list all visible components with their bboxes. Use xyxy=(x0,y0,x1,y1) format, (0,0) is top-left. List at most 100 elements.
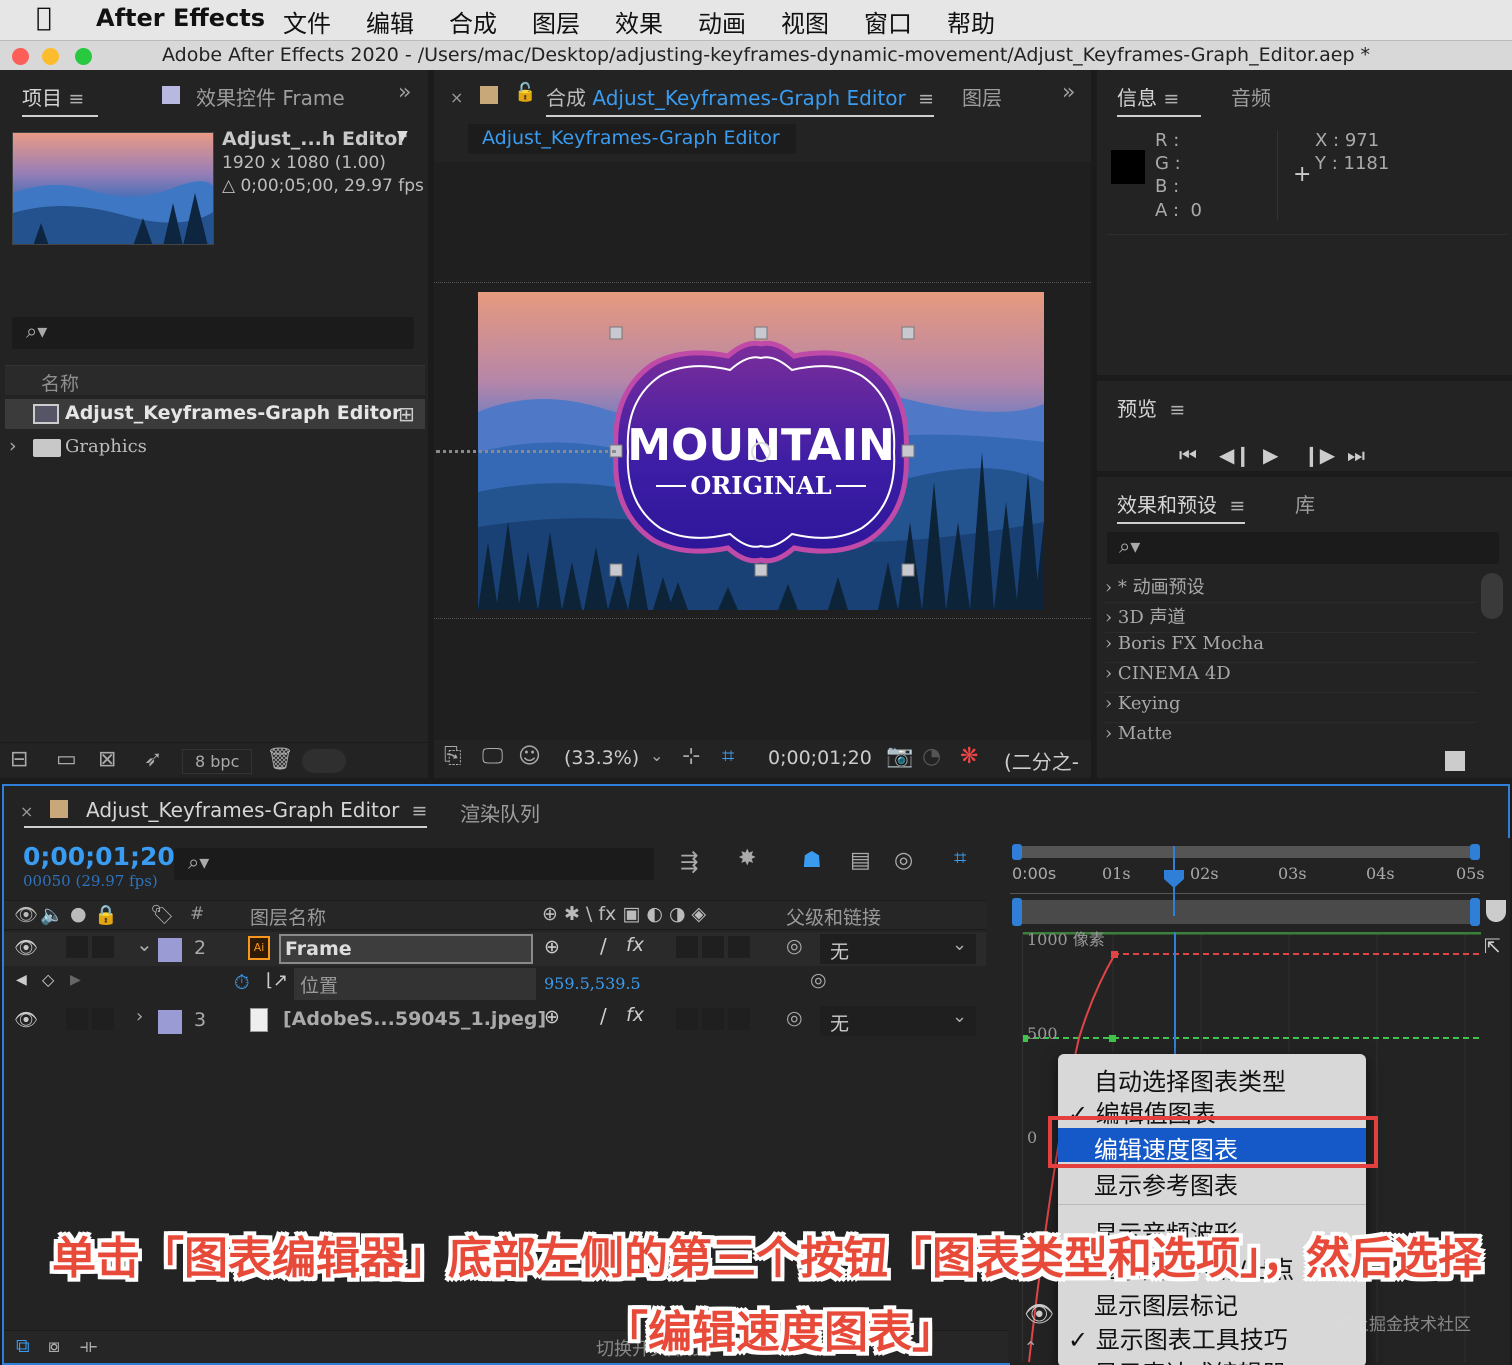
switch-box[interactable] xyxy=(702,936,724,958)
switch-shy-icon[interactable]: ⊕ xyxy=(544,936,560,958)
navigator-start[interactable] xyxy=(1012,898,1022,926)
graph-bottom-chevron-icon[interactable]: ⌃ xyxy=(1024,1338,1037,1357)
expression-pick-whip-icon[interactable]: ◎ xyxy=(810,969,827,991)
switch-box[interactable] xyxy=(676,936,698,958)
zoom-window-button[interactable] xyxy=(75,48,92,65)
current-time-field[interactable]: 0;00;01;20 xyxy=(768,747,872,769)
layer-expand-icon[interactable]: ⌄ xyxy=(136,932,153,956)
project-item-folder[interactable]: › Graphics xyxy=(5,433,425,463)
panel-shield-icon[interactable] xyxy=(1486,900,1506,922)
effects-item[interactable]: › Keying xyxy=(1105,693,1477,723)
motion-path[interactable] xyxy=(436,450,616,453)
bit-depth-button[interactable]: 8 bpc xyxy=(182,749,253,774)
layer-row-frame[interactable]: 👁 ⌄ 2 Ai Frame ⊕ / fx ◎ 无 ⌄ xyxy=(4,932,986,966)
resolution-dropdown[interactable]: (二分之- xyxy=(1004,746,1079,775)
panel-menu-icon[interactable]: ≡ xyxy=(399,800,427,822)
comp-mini-flowchart-icon[interactable]: ⇶ xyxy=(680,850,698,875)
in-out-toggle-icon[interactable]: ⟛ xyxy=(80,1335,97,1357)
layer-solo-box[interactable] xyxy=(66,936,88,958)
timeline-search-field[interactable]: ⌕▾ xyxy=(174,848,654,880)
new-preset-icon[interactable] xyxy=(1445,751,1465,771)
previous-keyframe-icon[interactable]: ◀ xyxy=(16,972,27,988)
switch-fx-icon[interactable]: fx xyxy=(626,1004,644,1026)
layer-name-header[interactable]: 图层名称 xyxy=(250,903,326,930)
layer-expand-icon[interactable]: › xyxy=(136,1006,143,1027)
parent-dropdown[interactable]: 无 ⌄ xyxy=(820,934,976,964)
position-value[interactable]: 959.5,539.5 xyxy=(544,974,641,993)
channel-icon[interactable]: ❋ xyxy=(960,744,978,769)
tab-composition[interactable]: 合成 Adjust_Keyframes-Graph Editor ≡ xyxy=(546,82,935,117)
layer-lock-box[interactable] xyxy=(92,936,114,958)
render-icon[interactable]: ➶ xyxy=(144,747,162,772)
visibility-icon[interactable]: 👁 xyxy=(14,1008,38,1031)
close-window-button[interactable] xyxy=(12,48,29,65)
switch-box[interactable] xyxy=(728,1008,750,1030)
switch-box[interactable] xyxy=(702,1008,724,1030)
first-frame-icon[interactable]: ⏮ xyxy=(1179,443,1197,467)
effects-item[interactable]: › * 动画预设 xyxy=(1105,573,1477,603)
tab-render-queue[interactable]: 渲染队列 xyxy=(460,798,540,827)
effects-item[interactable]: › Matte xyxy=(1105,723,1477,753)
pick-whip-icon[interactable]: ◎ xyxy=(786,935,803,957)
menu-layer[interactable]: 图层 xyxy=(532,4,580,39)
viewer-area[interactable]: MOUNTAIN ORIGINAL xyxy=(434,162,1091,740)
switch-shy-icon[interactable]: ⊕ xyxy=(544,1006,560,1028)
column-name-header[interactable]: 名称 xyxy=(41,369,79,396)
work-area-end[interactable] xyxy=(1470,844,1480,860)
effects-scrollbar[interactable] xyxy=(1481,573,1503,619)
effects-search-field[interactable]: ⌕▾ xyxy=(1107,532,1499,564)
panel-overflow-icon[interactable]: » xyxy=(398,80,411,105)
parent-dropdown[interactable]: 无 ⌄ xyxy=(820,1006,976,1036)
motion-blur-icon[interactable]: ◎ xyxy=(894,848,913,873)
draft-3d-icon[interactable]: ✸ xyxy=(738,846,756,871)
graph-visibility-icon[interactable]: 👁 xyxy=(1024,1300,1054,1328)
layer-label-color[interactable] xyxy=(158,1010,182,1034)
last-frame-icon[interactable]: ⏭ xyxy=(1347,443,1365,467)
grid-icon[interactable]: ⊹ xyxy=(682,744,700,769)
panel-menu-icon[interactable]: ≡ xyxy=(1163,88,1179,110)
menu-help[interactable]: 帮助 xyxy=(947,4,995,39)
stopwatch-icon[interactable]: ⏱ xyxy=(234,970,250,994)
minimize-window-button[interactable] xyxy=(42,48,59,65)
menu-view[interactable]: 视图 xyxy=(781,4,829,39)
zoom-level[interactable]: (33.3%) xyxy=(564,747,639,769)
switch-box[interactable] xyxy=(676,1008,698,1030)
time-navigator-bar[interactable] xyxy=(1012,898,1480,926)
menu-edit[interactable]: 编辑 xyxy=(366,4,414,39)
tab-effects-presets[interactable]: 效果和预设 ≡ xyxy=(1117,489,1246,524)
graph-toggle-icon[interactable]: ⌊↗ xyxy=(266,970,288,991)
layer-switches-toggle-icon[interactable]: ⧉ xyxy=(16,1335,30,1357)
zoom-dropdown-icon[interactable]: ⌄ xyxy=(650,746,663,765)
menu-item-expression-editor[interactable]: 显示表达式编辑器 xyxy=(1094,1354,1286,1365)
work-area-bar[interactable] xyxy=(1012,844,1480,860)
menu-item-graph-tooltips[interactable]: ✓ 显示图表工具技巧 xyxy=(1068,1320,1288,1355)
flowchart-icon[interactable]: ⊞ xyxy=(398,402,415,426)
navigator-end[interactable] xyxy=(1470,898,1480,926)
panel-menu-icon[interactable]: ≡ xyxy=(68,88,84,110)
comp-subtab[interactable]: Adjust_Keyframes-Graph Editor xyxy=(468,124,796,154)
menu-app-name[interactable]: After Effects xyxy=(96,4,265,32)
layer-row-jpeg[interactable]: 👁 › 3 [AdobeS...59045_1.jpeg] ⊕ / fx ◎ 无… xyxy=(4,1004,986,1038)
layer-name-field[interactable]: Frame xyxy=(279,934,533,964)
visibility-icon[interactable]: 👁 xyxy=(14,936,38,959)
transparency-grid-icon[interactable]: ⌗ xyxy=(722,744,734,769)
pick-whip-icon[interactable]: ◎ xyxy=(786,1007,803,1029)
layer-label-color[interactable] xyxy=(158,938,182,962)
trash-icon[interactable]: 🗑 xyxy=(266,747,294,772)
interpret-footage-icon[interactable]: ⊟ xyxy=(10,747,28,772)
effects-item[interactable]: › 3D 声道 xyxy=(1105,603,1477,633)
switch-quality-icon[interactable]: / xyxy=(600,934,607,958)
panel-menu-icon[interactable]: ≡ xyxy=(1223,495,1245,517)
folder-expand-icon[interactable]: › xyxy=(9,435,17,457)
menu-composition[interactable]: 合成 xyxy=(449,4,497,39)
next-frame-icon[interactable]: ❙▶ xyxy=(1303,443,1335,467)
panel-menu-icon[interactable]: ≡ xyxy=(1163,399,1185,421)
switch-quality-icon[interactable]: / xyxy=(600,1004,607,1028)
tab-project[interactable]: 项目 ≡ xyxy=(22,82,98,117)
menu-item-layer-markers[interactable]: 显示图层标记 xyxy=(1094,1286,1238,1321)
switch-box[interactable] xyxy=(728,936,750,958)
next-keyframe-icon[interactable]: ▶ xyxy=(70,972,81,988)
tab-info[interactable]: 信息 ≡ xyxy=(1117,82,1201,117)
frame-blending-icon[interactable]: ▤ xyxy=(850,848,871,873)
menu-animation[interactable]: 动画 xyxy=(698,4,746,39)
